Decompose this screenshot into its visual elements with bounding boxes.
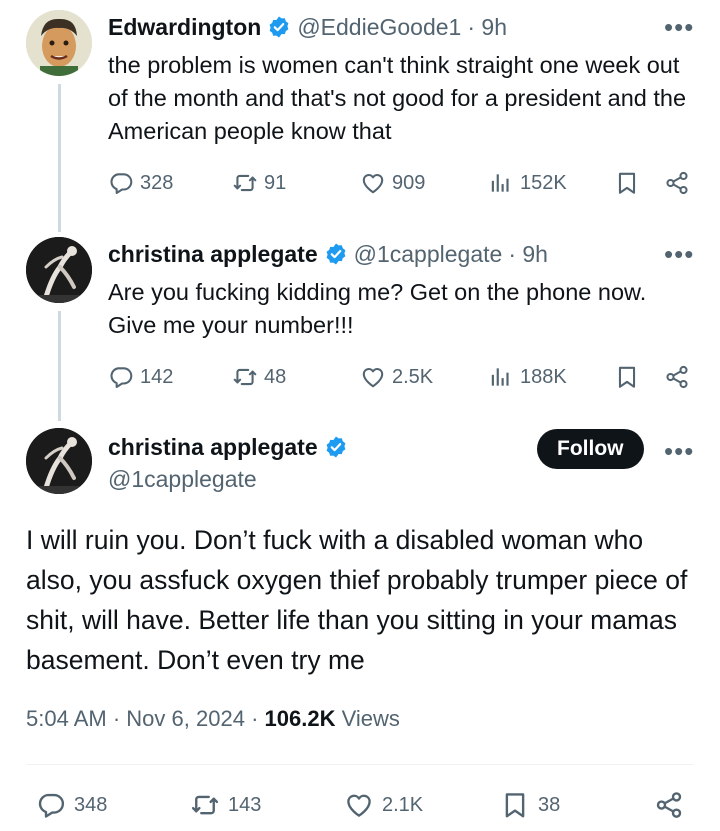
tweet-meta: 5:04 AM · Nov 6, 2024 · 106.2K Views xyxy=(26,706,400,732)
views-count: 188K xyxy=(520,365,567,388)
author-handle[interactable]: @1capplegate xyxy=(108,466,257,493)
repost-icon xyxy=(190,790,220,820)
author-handle[interactable]: @1capplegate xyxy=(354,241,503,268)
author-handle[interactable]: @EddieGoode1 xyxy=(297,14,461,41)
repost-count: 143 xyxy=(228,793,262,816)
views-icon xyxy=(488,170,514,196)
more-options-icon[interactable]: ••• xyxy=(664,241,694,267)
tweet-time[interactable]: · 9h xyxy=(508,241,548,268)
author-name[interactable]: christina applegate xyxy=(108,241,318,268)
tweet-date[interactable]: Nov 6, 2024 xyxy=(126,706,245,731)
heart-icon xyxy=(360,364,386,390)
reply-icon xyxy=(108,170,134,196)
repost-button[interactable]: 48 xyxy=(232,364,286,390)
reply-button[interactable]: 142 xyxy=(108,364,173,390)
tweet-text: I will ruin you. Don’t fuck with a disab… xyxy=(26,525,688,675)
like-button[interactable]: 2.5K xyxy=(360,364,433,390)
share-icon xyxy=(664,364,690,390)
like-button[interactable]: 2.1K xyxy=(344,790,423,820)
repost-count: 91 xyxy=(264,171,287,194)
verified-badge-icon xyxy=(324,435,348,459)
bookmark-icon xyxy=(614,170,640,196)
repost-count: 48 xyxy=(264,365,287,388)
divider xyxy=(26,764,694,765)
tweet-header: christina applegate @1capplegate · 9h xyxy=(108,239,548,269)
author-name[interactable]: Edwardington xyxy=(108,14,261,41)
bookmark-button[interactable]: 38 xyxy=(500,790,560,820)
tweet-header: christina applegate xyxy=(108,432,354,462)
avatar-edwardington[interactable] xyxy=(26,10,92,76)
follow-button[interactable]: Follow xyxy=(537,429,644,469)
like-button[interactable]: 909 xyxy=(360,170,425,196)
reply-icon xyxy=(36,790,66,820)
repost-button[interactable]: 143 xyxy=(190,790,261,820)
verified-badge-icon xyxy=(267,15,291,39)
more-options-icon[interactable]: ••• xyxy=(664,14,694,40)
more-options-icon[interactable]: ••• xyxy=(664,438,694,464)
tweet-text: the problem is women can't think straigh… xyxy=(108,52,687,144)
tweet-time[interactable]: · 9h xyxy=(467,14,507,41)
verified-badge-icon xyxy=(324,242,348,266)
reply-count: 142 xyxy=(140,365,174,388)
tweet-time[interactable]: 5:04 AM xyxy=(26,706,107,731)
views-button[interactable]: 152K xyxy=(488,170,567,196)
share-icon xyxy=(664,170,690,196)
repost-icon xyxy=(232,170,258,196)
reply-button[interactable]: 328 xyxy=(108,170,173,196)
reply-button[interactable]: 348 xyxy=(36,790,107,820)
repost-button[interactable]: 91 xyxy=(232,170,286,196)
tweet-text: Are you fucking kidding me? Get on the p… xyxy=(108,279,647,338)
thread-line xyxy=(58,84,61,232)
heart-icon xyxy=(360,170,386,196)
avatar-applegate[interactable] xyxy=(26,428,92,494)
thread-line xyxy=(58,311,61,421)
like-count: 2.1K xyxy=(382,793,424,816)
reply-count: 328 xyxy=(140,171,174,194)
tweet-header: Edwardington @EddieGoode1 · 9h xyxy=(108,12,507,42)
bookmark-button[interactable] xyxy=(614,170,640,201)
repost-icon xyxy=(232,364,258,390)
like-count: 2.5K xyxy=(392,365,434,388)
share-button[interactable] xyxy=(664,170,690,201)
heart-icon xyxy=(344,790,374,820)
views-count: 152K xyxy=(520,171,567,194)
reply-count: 348 xyxy=(74,793,108,816)
bookmark-button[interactable] xyxy=(614,364,640,395)
views-total: 106.2K xyxy=(264,706,336,731)
views-icon xyxy=(488,364,514,390)
views-label: Views xyxy=(341,706,400,731)
author-name[interactable]: christina applegate xyxy=(108,434,318,461)
separator-dot: · xyxy=(251,706,259,731)
separator-dot: · xyxy=(112,706,121,731)
bookmark-icon xyxy=(614,364,640,390)
bookmark-count: 38 xyxy=(538,793,561,816)
views-button[interactable]: 188K xyxy=(488,364,567,390)
avatar-applegate[interactable] xyxy=(26,237,92,303)
like-count: 909 xyxy=(392,171,426,194)
share-button[interactable] xyxy=(664,364,690,395)
share-button[interactable] xyxy=(654,790,692,820)
reply-icon xyxy=(108,364,134,390)
share-icon xyxy=(654,790,684,820)
bookmark-icon xyxy=(500,790,530,820)
